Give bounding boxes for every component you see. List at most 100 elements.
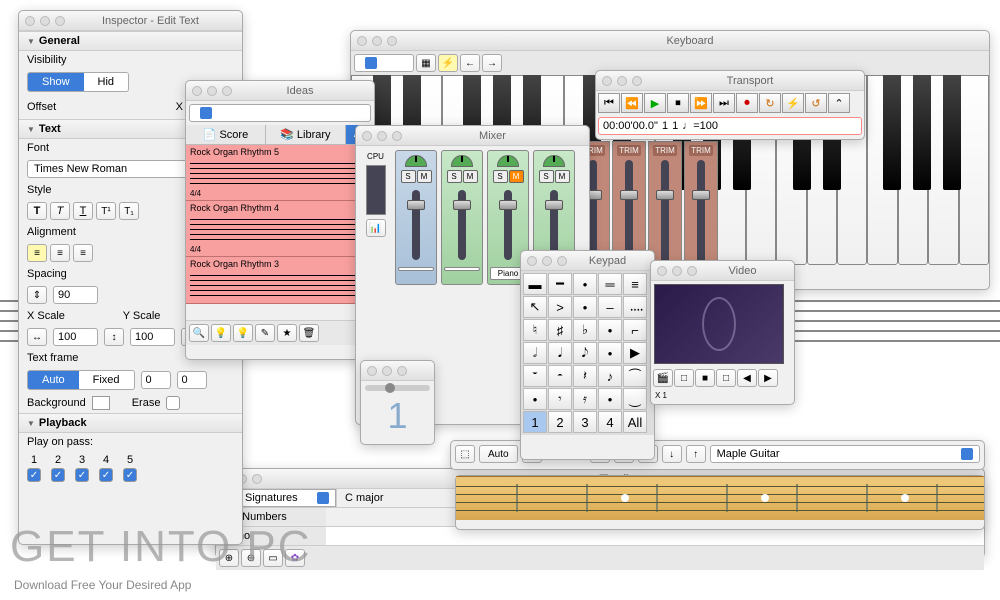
bulb2-icon[interactable]: 💡 xyxy=(233,324,253,342)
keypad-key[interactable]: 𝄿 xyxy=(573,388,597,410)
transport-titlebar[interactable]: Transport xyxy=(596,71,864,91)
hide-button[interactable]: Hid xyxy=(84,73,129,91)
bg-color-swatch[interactable] xyxy=(92,396,110,410)
fretboard[interactable] xyxy=(456,476,984,520)
frame-next-icon[interactable]: ▶ xyxy=(758,369,778,387)
keypad-key[interactable]: ♮ xyxy=(523,319,547,341)
mixer-channel[interactable]: SM xyxy=(441,150,483,285)
keypad-key[interactable]: ▶ xyxy=(623,342,647,364)
visibility-toggle[interactable]: Show Hid xyxy=(27,72,129,92)
star-icon[interactable]: ★ xyxy=(277,324,297,342)
bulb-icon[interactable]: 💡 xyxy=(211,324,231,342)
solo-button[interactable]: S xyxy=(401,170,416,183)
forward-end-icon[interactable]: ⏭ xyxy=(713,93,735,113)
ideas-titlebar[interactable]: Ideas xyxy=(186,81,374,101)
next-icon[interactable]: → xyxy=(482,54,502,72)
solo-button[interactable]: S xyxy=(539,170,554,183)
playback-header[interactable]: Playback xyxy=(19,413,242,433)
frame-icon[interactable]: □ xyxy=(674,369,694,387)
keypad-key[interactable]: 𝅘𝅥𝅮 xyxy=(573,342,597,364)
keypad-key[interactable]: ▬ xyxy=(523,273,547,295)
settings-icon[interactable]: ✿ xyxy=(285,549,305,567)
pass-3-check[interactable] xyxy=(75,468,89,482)
edit-icon[interactable]: ✎ xyxy=(255,324,275,342)
mixer-titlebar[interactable]: Mixer xyxy=(356,126,589,146)
keypad-key[interactable]: ⏜ xyxy=(623,365,647,387)
solo-button[interactable]: S xyxy=(447,170,462,183)
keypad-key[interactable]: ⏝ xyxy=(623,388,647,410)
yscale-input[interactable] xyxy=(130,328,175,346)
prev-icon[interactable]: ← xyxy=(460,54,480,72)
nav-select[interactable]: ⬚ xyxy=(455,445,475,463)
frame-h-input[interactable] xyxy=(177,371,207,389)
italic-icon[interactable]: T xyxy=(50,202,70,220)
keypad-tab[interactable]: 1 xyxy=(523,411,547,433)
sub-icon[interactable]: T₁ xyxy=(119,202,139,220)
keypad-key[interactable]: ━ xyxy=(548,273,572,295)
snap-icon[interactable]: ⚡ xyxy=(438,54,458,72)
keypad-key[interactable]: 𝄼 xyxy=(548,365,572,387)
keypad-key[interactable]: ♭ xyxy=(573,319,597,341)
keypad-key[interactable]: ≡ xyxy=(623,273,647,295)
instrument-select[interactable]: Maple Guitar xyxy=(710,445,980,463)
nav-auto-button[interactable]: Auto xyxy=(479,445,518,463)
spacing-input[interactable] xyxy=(53,286,98,304)
align-left-icon[interactable]: ≡ xyxy=(27,244,47,262)
align-right-icon[interactable]: ≡ xyxy=(73,244,93,262)
loop-icon[interactable]: ↻ xyxy=(759,93,781,113)
bold-icon[interactable]: T xyxy=(27,202,47,220)
record-icon[interactable]: ⏺ xyxy=(736,93,758,113)
keypad-tab[interactable]: All xyxy=(623,411,647,433)
frame-w-input[interactable] xyxy=(141,371,171,389)
keypad-tab[interactable]: 3 xyxy=(573,411,597,433)
keypad-key[interactable]: ⌐ xyxy=(623,319,647,341)
play-icon[interactable]: ▶ xyxy=(644,93,666,113)
nav-up-icon[interactable]: ↑ xyxy=(686,445,706,463)
keypad-key[interactable]: • xyxy=(573,296,597,318)
keypad-key[interactable]: • xyxy=(598,342,622,364)
keypad-key[interactable]: 𝄽 xyxy=(573,365,597,387)
video-titlebar[interactable]: Video xyxy=(651,261,794,281)
trash-icon[interactable]: 🗑 xyxy=(299,324,319,342)
keypad-key[interactable]: • xyxy=(598,388,622,410)
rewind-icon[interactable]: ⏪ xyxy=(621,93,643,113)
keyboard-select[interactable] xyxy=(354,54,414,72)
keypad-key[interactable]: • xyxy=(573,273,597,295)
keypad-key[interactable]: 𝄾 xyxy=(548,388,572,410)
zoom-in-icon[interactable]: ⊕ xyxy=(219,549,239,567)
inspector-titlebar[interactable]: Inspector - Edit Text xyxy=(19,11,242,31)
solo-button[interactable]: S xyxy=(493,170,508,183)
keyboard-titlebar[interactable]: Keyboard xyxy=(351,31,989,51)
mute-button[interactable]: M xyxy=(417,170,432,183)
tempo-icon[interactable]: ⌃ xyxy=(828,93,850,113)
keypad-key[interactable]: > xyxy=(548,296,572,318)
keypad-key[interactable]: ↖ xyxy=(523,296,547,318)
keypad-key[interactable]: 𝅗𝅥 xyxy=(523,342,547,364)
keypad-key[interactable]: ═ xyxy=(598,273,622,295)
keypad-key[interactable]: ᠁ xyxy=(623,296,647,318)
auto-button[interactable]: Auto xyxy=(28,371,79,389)
keypad-tab[interactable]: 4 xyxy=(598,411,622,433)
keypad-key[interactable]: 𝅘𝅥 xyxy=(548,342,572,364)
super-icon[interactable]: T¹ xyxy=(96,202,116,220)
forward-icon[interactable]: ⏩ xyxy=(690,93,712,113)
nav-down-icon[interactable]: ↓ xyxy=(662,445,682,463)
frame-prev-icon[interactable]: ◀ xyxy=(737,369,757,387)
xscale-input[interactable] xyxy=(53,328,98,346)
keypad-key[interactable]: • xyxy=(598,319,622,341)
rewind-start-icon[interactable]: ⏮ xyxy=(598,93,620,113)
grid-icon[interactable]: ▦ xyxy=(416,54,436,72)
idea-item[interactable]: Rock Organ Rhythm 3 xyxy=(186,257,374,304)
keypad-key[interactable]: – xyxy=(598,296,622,318)
meter-icon[interactable]: 📊 xyxy=(366,219,386,237)
frame-icon[interactable]: ■ xyxy=(695,369,715,387)
clapboard-icon[interactable]: 🎬 xyxy=(653,369,673,387)
mute-button[interactable]: M xyxy=(555,170,570,183)
idea-item[interactable]: Rock Organ Rhythm 4 4/4 xyxy=(186,201,374,257)
search-icon[interactable]: 🔍 xyxy=(189,324,209,342)
click-icon[interactable]: ⚡ xyxy=(782,93,804,113)
erase-checkbox[interactable] xyxy=(166,396,180,410)
frame-toggle[interactable]: Auto Fixed xyxy=(27,370,135,390)
timeline-tool-icon[interactable]: ▭ xyxy=(263,549,283,567)
trim-channel[interactable]: TRIM xyxy=(684,141,718,278)
